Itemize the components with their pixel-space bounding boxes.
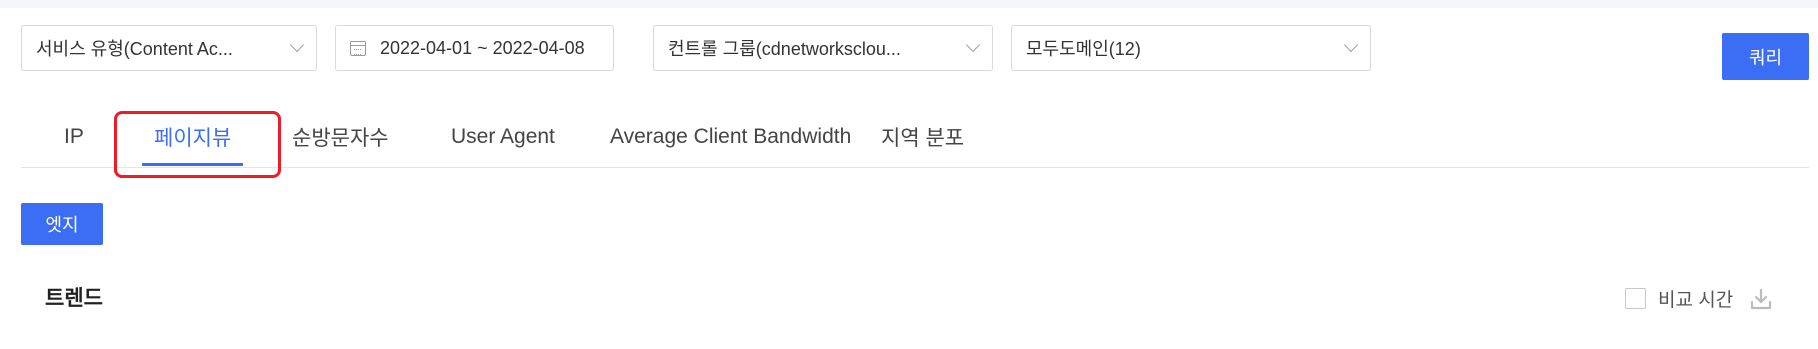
chevron-down-icon [1343,37,1359,53]
tab-user-agent[interactable]: User Agent [451,108,555,166]
domain-select[interactable]: 모두도메인(12) [1011,25,1371,71]
query-button[interactable]: 쿼리 [1722,33,1809,80]
section-title: 트렌드 [45,287,103,310]
compare-time-label: 비교 시간 [1658,290,1734,311]
tab-average-client-bandwidth[interactable]: Average Client Bandwidth [610,108,851,166]
control-group-select[interactable]: 컨트롤 그룹(cdnetworksclou... [653,25,993,71]
chevron-down-icon [289,37,305,53]
download-icon[interactable] [1749,287,1773,311]
chevron-down-icon [965,37,981,53]
tab-region-distribution[interactable]: 지역 분포 [881,108,964,166]
compare-time-checkbox[interactable] [1625,288,1646,309]
calendar-icon [350,40,366,56]
tab-ip[interactable]: IP [64,108,84,166]
service-type-select[interactable]: 서비스 유형(Content Ac... [21,25,317,71]
date-range-picker[interactable]: 2022-04-01 ~ 2022-04-08 [335,25,614,71]
tab-unique-visitors[interactable]: 순방문자수 [292,108,389,166]
compare-time-control: 비교 시간 [1625,285,1773,312]
domain-value: 모두도메인(12) [1026,39,1141,59]
control-group-value: 컨트롤 그룹(cdnetworksclou... [668,39,901,59]
tab-bar: IP 페이지뷰 순방문자수 User Agent Average Client … [21,108,1809,168]
date-range-value: 2022-04-01 ~ 2022-04-08 [380,37,585,58]
service-type-value: 서비스 유형(Content Ac... [36,39,233,59]
annotation-highlight-box [114,111,281,178]
edge-button[interactable]: 엣지 [21,203,103,245]
